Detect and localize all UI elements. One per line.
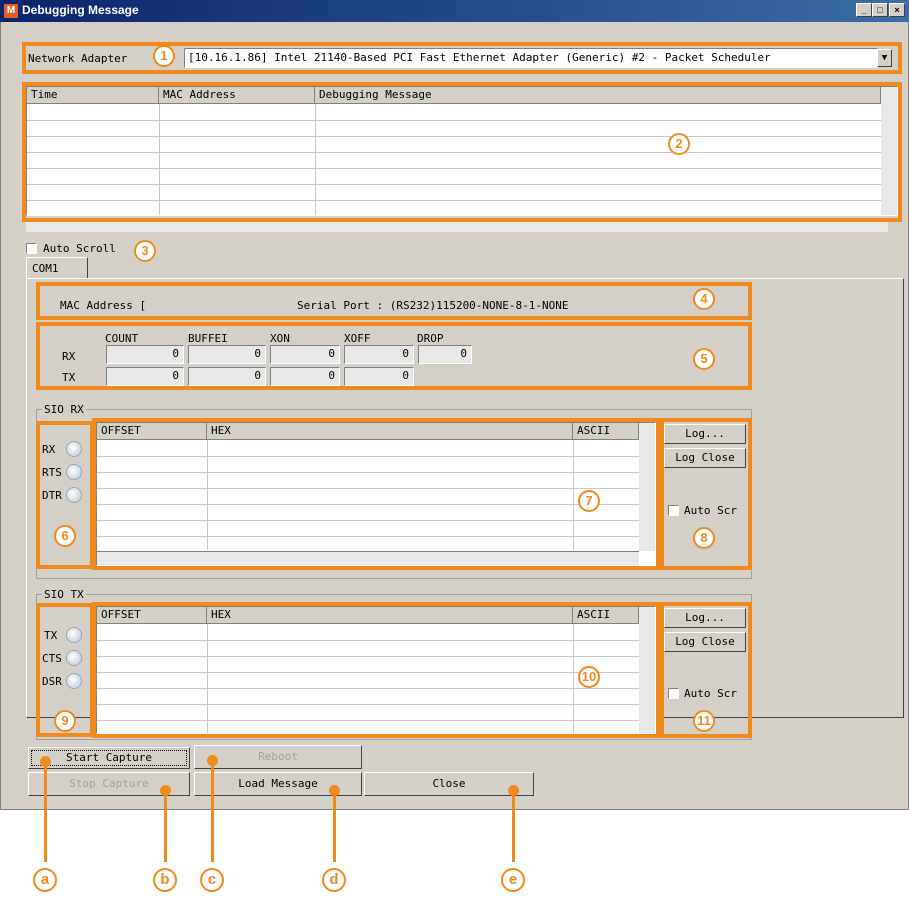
highlight-stats xyxy=(36,322,752,390)
callout-line xyxy=(333,790,336,862)
badge-6: 6 xyxy=(54,525,76,547)
highlight-port-info xyxy=(36,282,752,320)
sio-rx-title: SIO RX xyxy=(42,403,86,416)
callout-a: a xyxy=(33,868,57,892)
title-bar[interactable]: M Debugging Message _ □ × xyxy=(0,0,909,22)
badge-3: 3 xyxy=(134,240,156,262)
callout-e: e xyxy=(501,868,525,892)
badge-5: 5 xyxy=(693,348,715,370)
badge-11: 11 xyxy=(693,710,715,732)
app-icon: M xyxy=(4,4,18,18)
window-title: Debugging Message xyxy=(22,3,139,17)
callout-b: b xyxy=(153,868,177,892)
auto-scroll-label: Auto Scroll xyxy=(43,242,116,255)
callout-line xyxy=(211,762,214,862)
badge-4: 4 xyxy=(693,288,715,310)
callout-line xyxy=(44,762,47,862)
badge-8: 8 xyxy=(693,527,715,549)
badge-9: 9 xyxy=(54,710,76,732)
callout-line xyxy=(164,790,167,862)
close-window-icon[interactable]: × xyxy=(889,3,905,17)
highlight-tx-table xyxy=(92,602,660,738)
callout-line xyxy=(512,790,515,862)
badge-7: 7 xyxy=(578,490,600,512)
auto-scroll-checkbox[interactable] xyxy=(26,243,37,254)
badge-10: 10 xyxy=(578,666,600,688)
badge-1: 1 xyxy=(153,45,175,67)
highlight-message-list xyxy=(22,82,902,222)
callout-d: d xyxy=(322,868,346,892)
sio-tx-title: SIO TX xyxy=(42,588,86,601)
highlight-rx-table xyxy=(92,418,660,570)
maximize-icon[interactable]: □ xyxy=(872,3,888,17)
minimize-icon[interactable]: _ xyxy=(856,3,872,17)
callout-c: c xyxy=(200,868,224,892)
start-capture-button[interactable]: Start Capture xyxy=(28,747,190,769)
badge-2: 2 xyxy=(668,133,690,155)
reboot-button[interactable]: Reboot xyxy=(194,745,362,769)
tab-com1[interactable]: COM1 xyxy=(26,257,88,279)
